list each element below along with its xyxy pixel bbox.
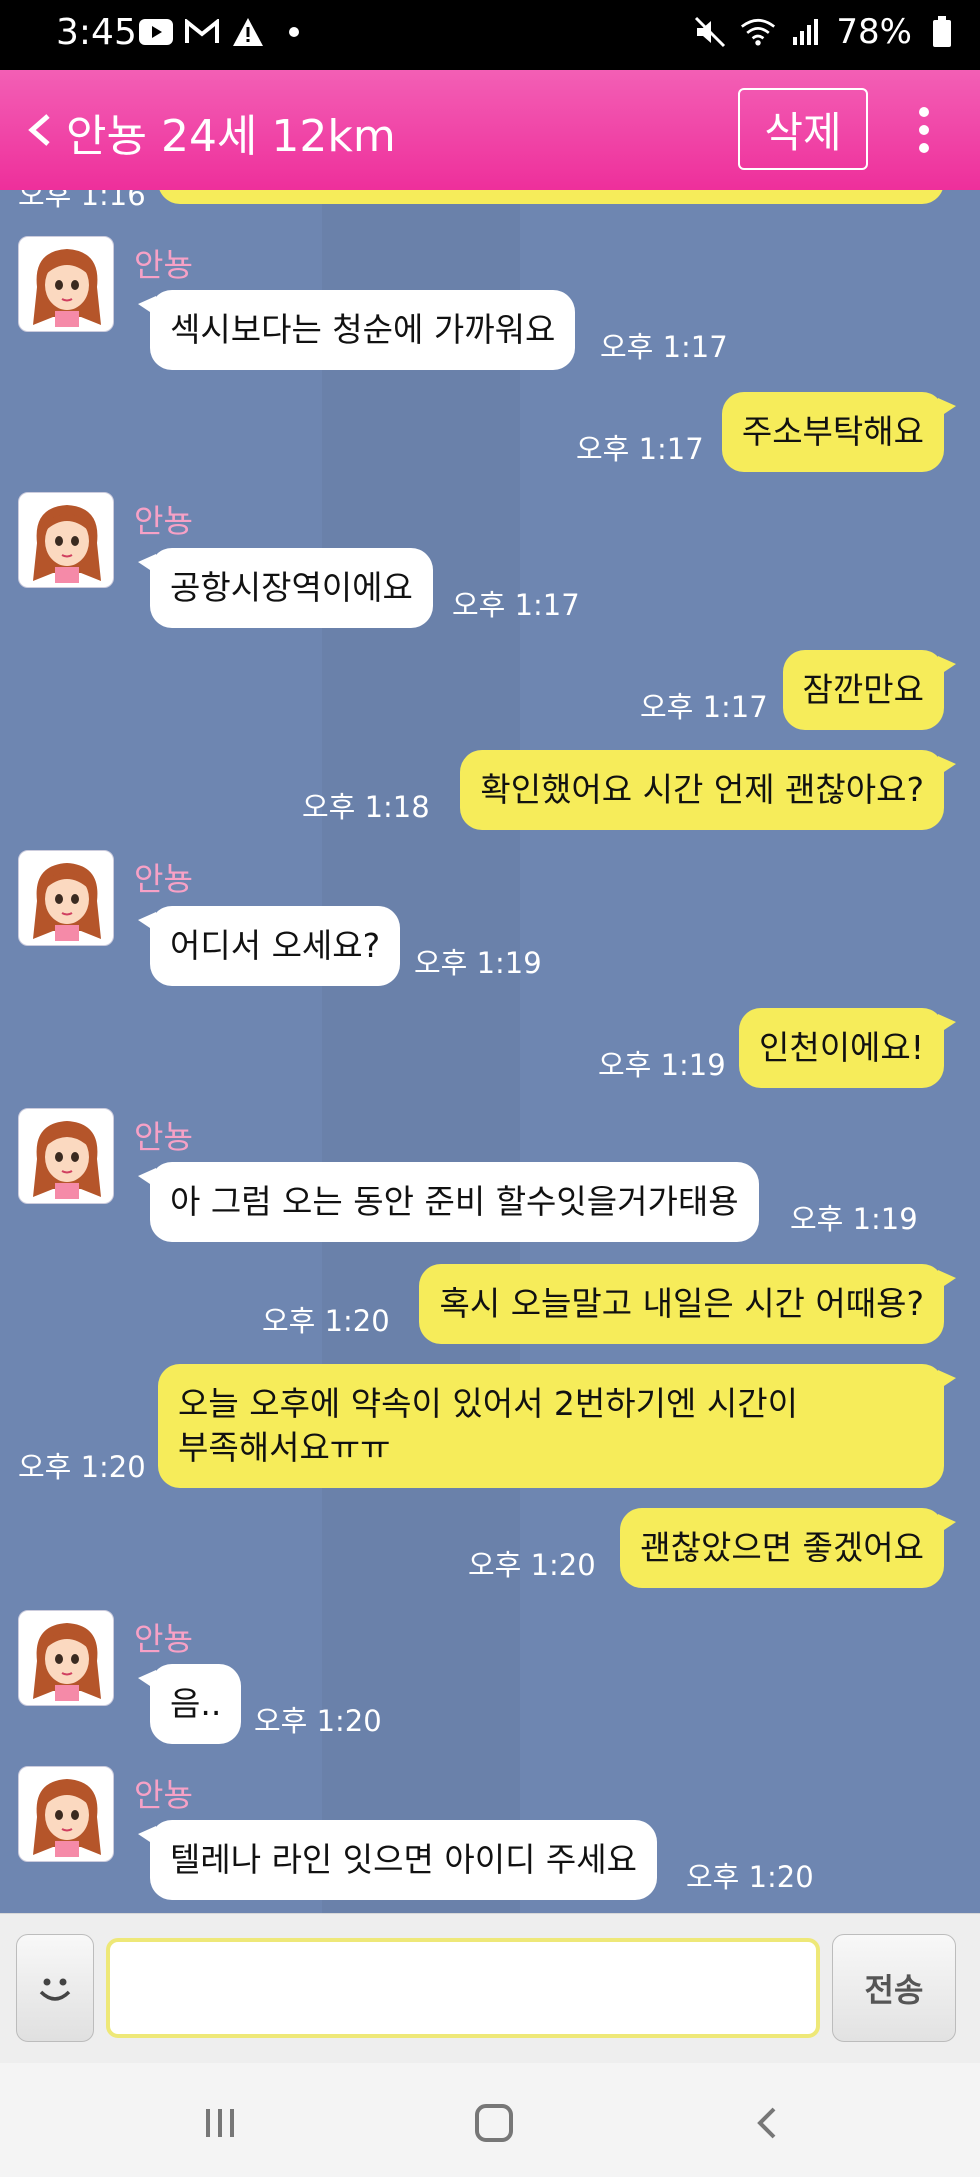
avatar[interactable] bbox=[18, 236, 114, 332]
incoming-message: 음.. bbox=[137, 1664, 242, 1744]
message-time: 오후 1:20 bbox=[254, 1704, 382, 1738]
incoming-message: 텔레나 라인 잇으면 아이디 주세요 bbox=[138, 1820, 657, 1900]
battery-icon bbox=[924, 14, 960, 50]
avatar[interactable] bbox=[18, 492, 114, 588]
home-button[interactable] bbox=[464, 2093, 524, 2153]
message-time: 오후 1:17 bbox=[576, 432, 704, 466]
incoming-message: 어디서 오세요? bbox=[137, 906, 401, 986]
outgoing-message: 괜찮았으면 좋겠어요 bbox=[620, 1508, 956, 1588]
mute-icon bbox=[692, 14, 728, 50]
outgoing-message: 잠깐만요 bbox=[782, 650, 957, 730]
avatar[interactable] bbox=[18, 1108, 114, 1204]
emoji-button[interactable] bbox=[16, 1934, 94, 2042]
girl-avatar-icon bbox=[33, 505, 101, 583]
chevron-left-icon bbox=[28, 114, 50, 146]
sender-name: 안뇽 bbox=[134, 1118, 193, 1156]
sender-name: 안뇽 bbox=[134, 246, 193, 284]
incoming-message: 아 그럼 오는 동안 준비 할수잇을거가태용 bbox=[138, 1162, 759, 1242]
dot-icon bbox=[276, 14, 312, 50]
outgoing-message-partial bbox=[158, 190, 944, 204]
wifi-icon bbox=[740, 14, 776, 50]
outgoing-message: 오늘 오후에 약속이 있어서 2번하기엔 시간이 부족해서요ㅠㅠ bbox=[158, 1364, 956, 1488]
message-time: 오후 1:20 bbox=[18, 1450, 146, 1484]
system-icons: 78% bbox=[692, 12, 960, 52]
battery-level: 78% bbox=[836, 12, 912, 52]
smiley-icon bbox=[39, 1978, 71, 2001]
back-icon bbox=[757, 2107, 776, 2139]
status-time: 3:45 bbox=[56, 12, 137, 53]
sender-name: 안뇽 bbox=[134, 860, 193, 898]
message-time: 오후 1:20 bbox=[262, 1304, 390, 1338]
signal-icon bbox=[788, 14, 824, 50]
delete-button[interactable]: 삭제 bbox=[738, 88, 868, 170]
send-button[interactable]: 전송 bbox=[832, 1934, 956, 2042]
avatar[interactable] bbox=[18, 1766, 114, 1862]
chat-header: 안뇽 24세 12km 삭제 bbox=[0, 70, 980, 190]
home-icon bbox=[475, 2104, 513, 2142]
incoming-message: 공항시장역이에요 bbox=[138, 548, 433, 628]
notification-icons bbox=[138, 14, 312, 50]
recent-apps-icon bbox=[206, 2109, 234, 2137]
outgoing-message: 확인했어요 시간 언제 괜찮아요? bbox=[460, 750, 956, 830]
chat-title: 안뇽 24세 12km bbox=[66, 111, 396, 162]
avatar[interactable] bbox=[18, 850, 114, 946]
message-time: 오후 1:17 bbox=[600, 330, 728, 364]
back-nav-button[interactable] bbox=[738, 2093, 798, 2153]
sender-name: 안뇽 bbox=[134, 502, 193, 540]
message-time: 오후 1:19 bbox=[790, 1202, 918, 1236]
message-time: 오후 1:18 bbox=[302, 790, 430, 824]
more-vertical-icon bbox=[919, 107, 929, 153]
message-line: 오늘 오후에 약속이 있어서 2번하기엔 시간이 bbox=[178, 1384, 798, 1423]
back-button[interactable] bbox=[18, 104, 58, 156]
girl-avatar-icon bbox=[33, 863, 101, 941]
warning-icon bbox=[230, 14, 266, 50]
outgoing-message: 혹시 오늘말고 내일은 시간 어때용? bbox=[419, 1264, 956, 1344]
gmail-icon bbox=[184, 14, 220, 50]
message-input[interactable] bbox=[106, 1938, 820, 2038]
sender-name: 안뇽 bbox=[134, 1620, 193, 1658]
message-list[interactable]: 오후 1:16 안뇽 섹시보다는 청순에 가까워요 오후 1:17 주소부탁해요… bbox=[0, 190, 980, 1913]
message-time: 오후 1:17 bbox=[452, 588, 580, 622]
avatar[interactable] bbox=[18, 1610, 114, 1706]
recent-apps-button[interactable] bbox=[190, 2093, 250, 2153]
message-time: 오후 1:20 bbox=[468, 1548, 596, 1582]
message-time: 오후 1:20 bbox=[686, 1860, 814, 1894]
outgoing-message: 인천이에요! bbox=[738, 1008, 957, 1088]
message-time: 오후 1:17 bbox=[640, 690, 768, 724]
girl-avatar-icon bbox=[33, 1121, 101, 1199]
girl-avatar-icon bbox=[33, 249, 101, 327]
girl-avatar-icon bbox=[33, 1623, 101, 1701]
message-time: 오후 1:16 bbox=[18, 190, 146, 212]
outgoing-message: 주소부탁해요 bbox=[721, 392, 957, 472]
message-line: 부족해서요ㅠㅠ bbox=[178, 1428, 391, 1467]
message-time: 오후 1:19 bbox=[414, 946, 542, 980]
girl-avatar-icon bbox=[33, 1779, 101, 1857]
composer: 전송 bbox=[0, 1913, 980, 2063]
message-time: 오후 1:19 bbox=[598, 1048, 726, 1082]
status-bar: 3:45 78% bbox=[0, 0, 980, 70]
sender-name: 안뇽 bbox=[134, 1776, 193, 1814]
incoming-message: 섹시보다는 청순에 가까워요 bbox=[137, 290, 576, 370]
system-nav-bar bbox=[0, 2063, 980, 2177]
more-options-button[interactable] bbox=[906, 100, 942, 160]
youtube-icon bbox=[138, 14, 174, 50]
